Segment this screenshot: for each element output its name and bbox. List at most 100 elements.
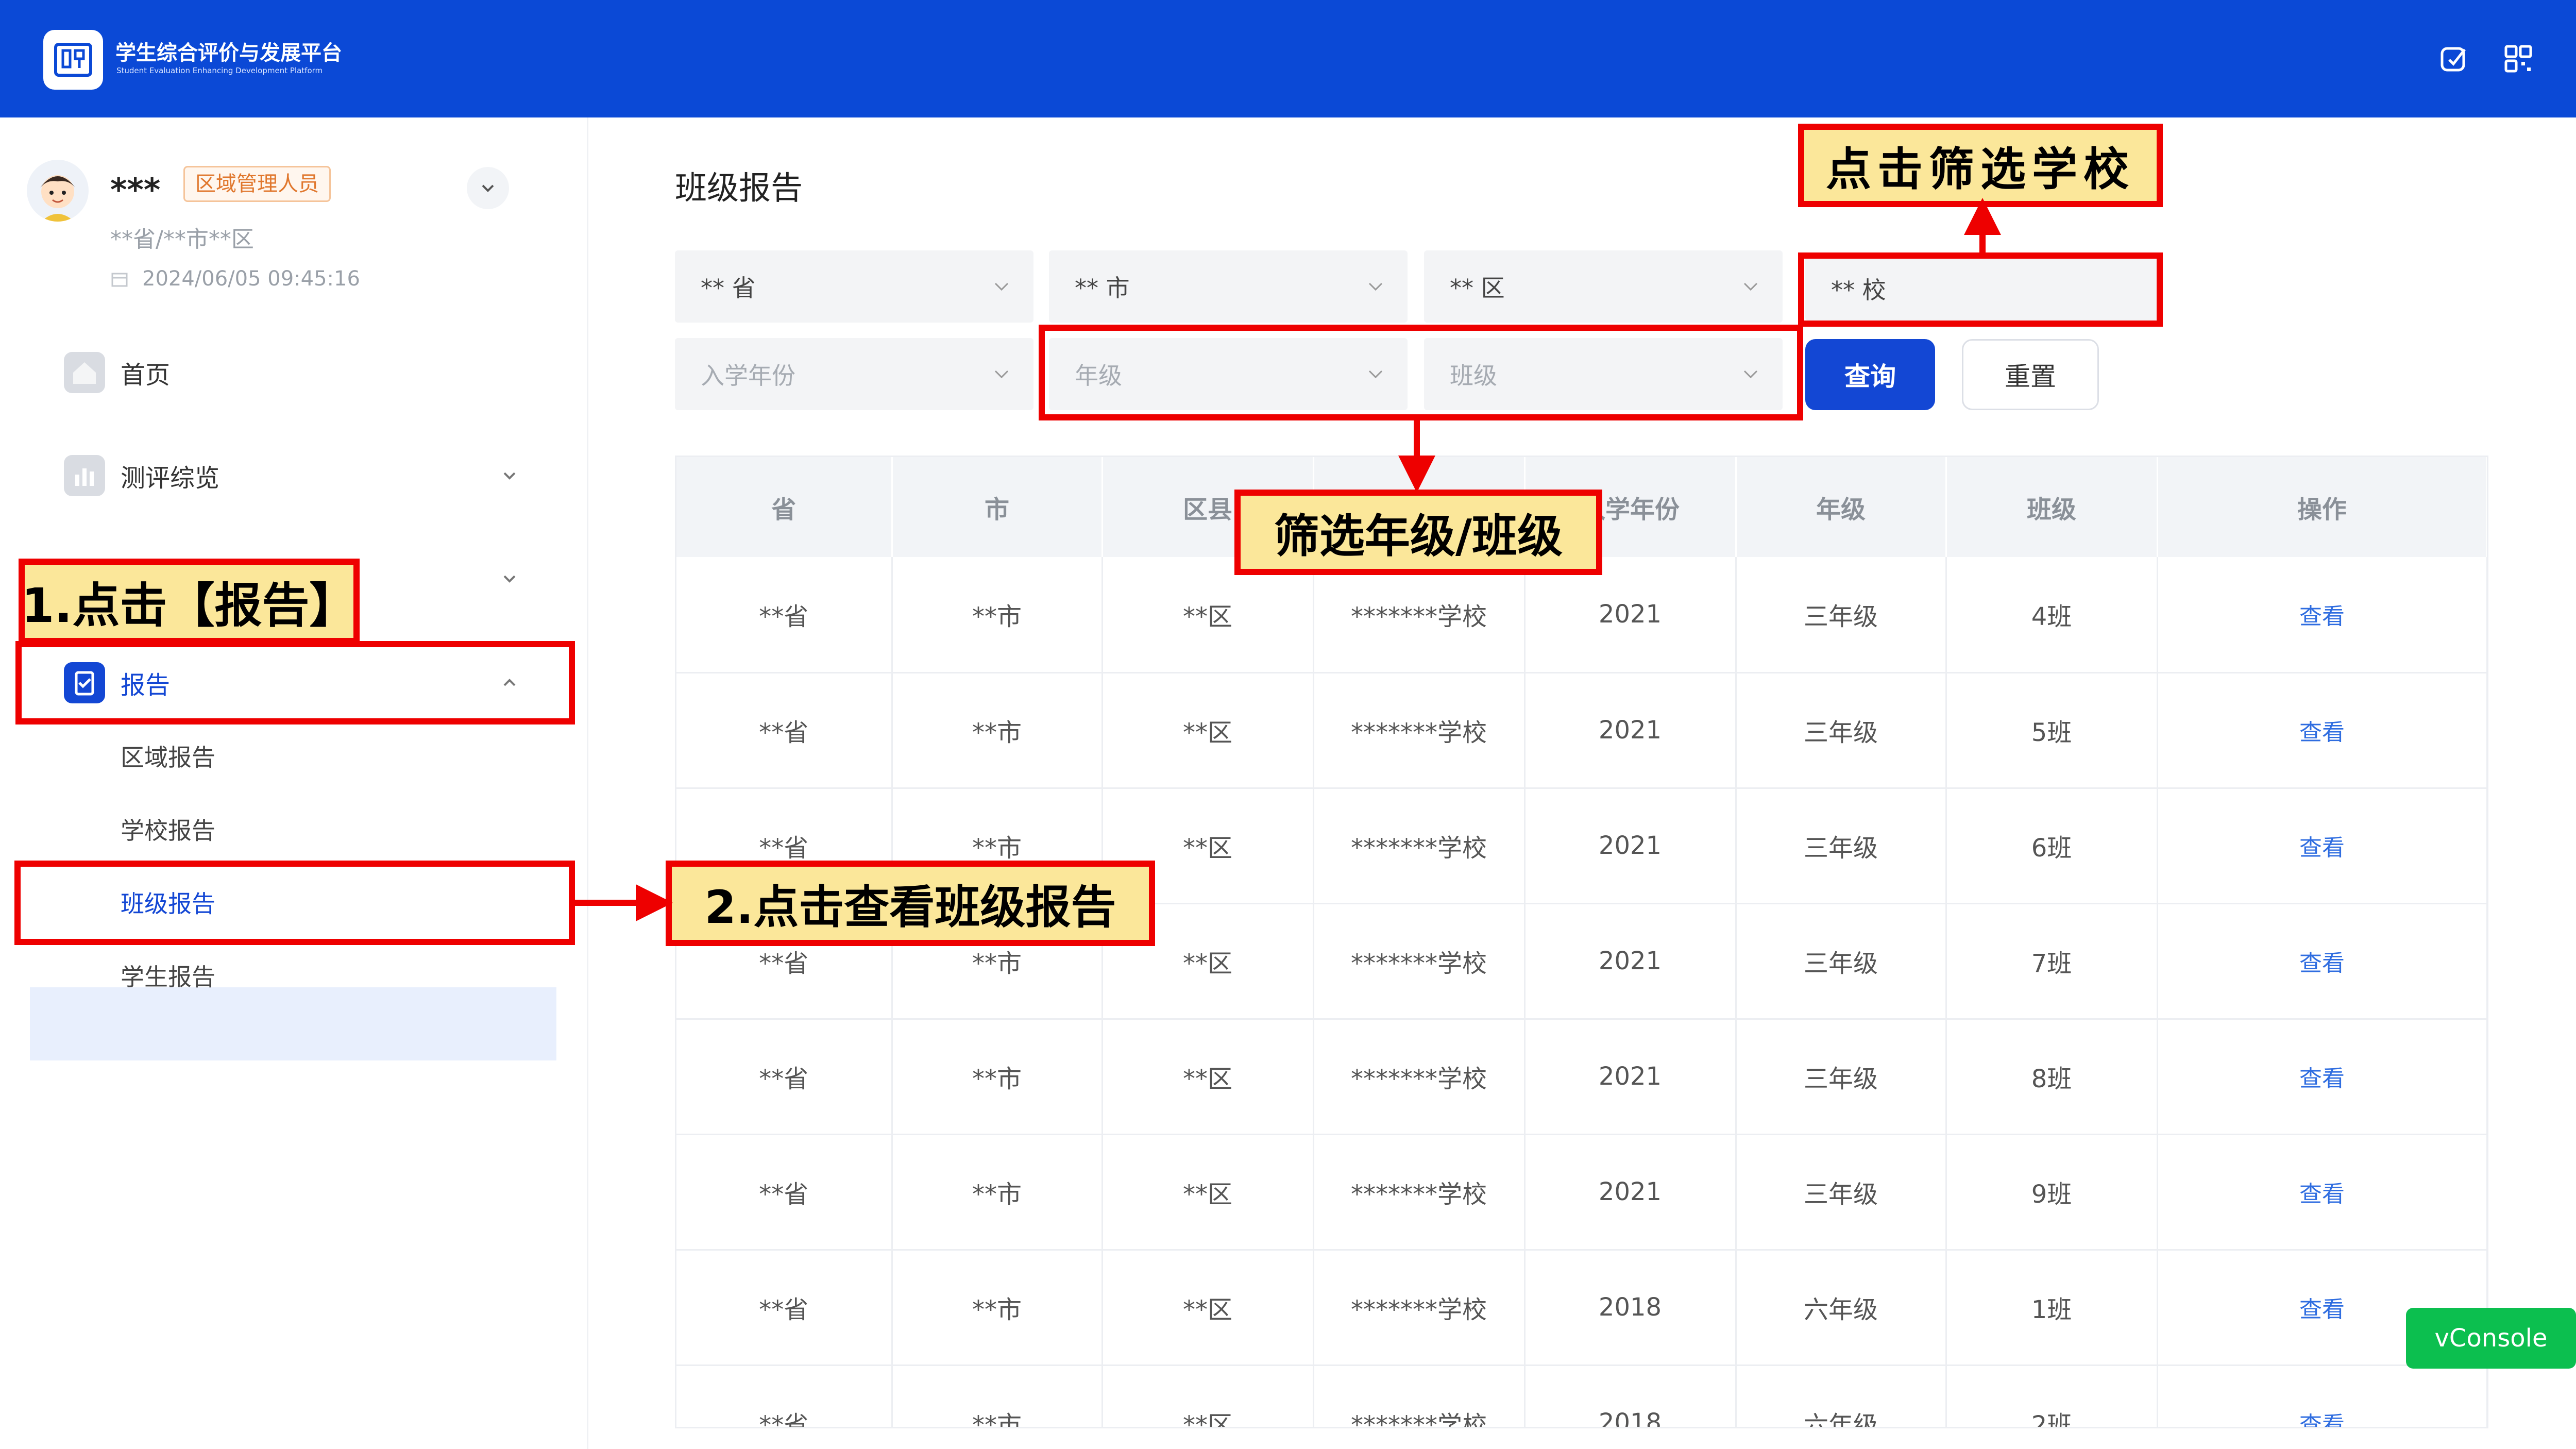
cell-school: *******学校	[1313, 1250, 1526, 1366]
enroll-year-select[interactable]: 入学年份	[675, 338, 1033, 410]
avatar	[27, 160, 89, 222]
view-link[interactable]: 查看	[2157, 557, 2487, 673]
cell-class: 9班	[1946, 1134, 2158, 1251]
edit-icon[interactable]	[2440, 44, 2469, 73]
annotation-step2-label: 2.点击查看班级报告	[666, 861, 1155, 946]
cell-enroll-year: 2021	[1524, 903, 1737, 1020]
cell-district: **区	[1102, 672, 1314, 789]
cell-district: **区	[1102, 1250, 1314, 1366]
city-select[interactable]: ** 市	[1049, 250, 1408, 323]
province-select-value: ** 省	[701, 274, 756, 302]
chevron-down-icon	[1743, 282, 1758, 291]
vconsole-button[interactable]: vConsole	[2406, 1308, 2576, 1369]
logo-icon	[54, 43, 92, 77]
view-link[interactable]: 查看	[2157, 1019, 2487, 1135]
city-select-value: ** 市	[1075, 274, 1130, 302]
view-link[interactable]: 查看	[2157, 788, 2487, 904]
cell-school: *******学校	[1313, 788, 1526, 904]
district-select[interactable]: ** 区	[1424, 250, 1783, 323]
cell-city: **市	[892, 1019, 1103, 1135]
sidebar-item-overview[interactable]: 测评综览	[64, 452, 219, 499]
user-region: **省/**市**区	[110, 226, 254, 252]
cell-school: *******学校	[1313, 1134, 1526, 1251]
cell-school: *******学校	[1313, 1365, 1526, 1427]
reset-button[interactable]: 重置	[1962, 339, 2099, 410]
chevron-down-icon	[1368, 282, 1383, 291]
annotation-box-class-report	[14, 861, 575, 945]
cell-enroll-year: 2018	[1524, 1365, 1737, 1427]
view-link[interactable]: 查看	[2157, 903, 2487, 1020]
view-link[interactable]: 查看	[2157, 1134, 2487, 1251]
column-header-city: 市	[892, 457, 1103, 557]
cell-school: *******学校	[1313, 672, 1526, 789]
page-title: 班级报告	[675, 169, 803, 207]
table-row: **省 **市 **区 *******学校 2018 六年级 1班 查看	[676, 1250, 2487, 1366]
view-link[interactable]: 查看	[2157, 1365, 2487, 1427]
cell-class: 4班	[1946, 557, 2158, 673]
district-select-value: ** 区	[1450, 274, 1505, 302]
chevron-down-icon	[482, 184, 494, 192]
sidebar-item-home[interactable]: 首页	[64, 349, 170, 396]
app-title: 学生综合评价与发展平台	[115, 41, 342, 65]
cell-grade: 三年级	[1736, 557, 1947, 673]
cell-grade: 三年级	[1736, 903, 1947, 1020]
cell-enroll-year: 2021	[1524, 672, 1737, 789]
cell-enroll-year: 2018	[1524, 1250, 1737, 1366]
cell-district: **区	[1102, 1019, 1314, 1135]
app-subtitle: Student Evaluation Enhancing Development…	[116, 66, 323, 75]
cell-province: **省	[676, 672, 893, 789]
active-item-highlight	[30, 987, 556, 1060]
sidebar-subitem-school-report[interactable]: 学校报告	[121, 812, 215, 846]
sidebar-subitem-region-report[interactable]: 区域报告	[121, 739, 215, 773]
chevron-down-icon	[994, 282, 1009, 291]
cell-province: **省	[676, 1134, 893, 1251]
sidebar-subitem-student-report[interactable]: 学生报告	[121, 958, 215, 992]
cell-province: **省	[676, 1365, 893, 1427]
cell-enroll-year: 2021	[1524, 1019, 1737, 1135]
cell-city: **市	[892, 1134, 1103, 1251]
column-header-action: 操作	[2157, 457, 2487, 557]
cell-city: **市	[892, 1365, 1103, 1427]
cell-class: 1班	[1946, 1250, 2158, 1366]
enroll-year-placeholder: 入学年份	[701, 362, 795, 390]
cell-class: 6班	[1946, 788, 2158, 904]
app-logo[interactable]	[43, 30, 103, 90]
sidebar-item-label: 测评综览	[121, 464, 220, 493]
cell-school: *******学校	[1313, 1019, 1526, 1135]
cell-grade: 六年级	[1736, 1365, 1947, 1427]
column-header-class: 班级	[1946, 457, 2158, 557]
province-select[interactable]: ** 省	[675, 250, 1033, 323]
cell-class: 2班	[1946, 1365, 2158, 1427]
cell-city: **市	[892, 557, 1103, 673]
cell-grade: 三年级	[1736, 788, 1947, 904]
chevron-down-icon[interactable]	[497, 566, 522, 592]
cell-enroll-year: 2021	[1524, 788, 1737, 904]
user-menu-chevron[interactable]	[467, 167, 509, 209]
login-time: 2024/06/05 09:45:16	[110, 267, 360, 291]
table-row: **省 **市 **区 *******学校 2021 三年级 9班 查看	[676, 1134, 2487, 1251]
cell-province: **省	[676, 1250, 893, 1366]
cell-district: **区	[1102, 1365, 1314, 1427]
annotation-step1-label: 1.点击【报告】	[19, 559, 360, 644]
chart-icon	[64, 455, 105, 496]
chevron-down-icon	[994, 370, 1009, 379]
table-row: **省 **市 **区 *******学校 2018 六年级 2班 查看	[676, 1365, 2487, 1427]
cell-grade: 三年级	[1736, 672, 1947, 789]
cell-class: 8班	[1946, 1019, 2158, 1135]
annotation-grade-class-label: 筛选年级/班级	[1234, 490, 1602, 575]
column-header-grade: 年级	[1736, 457, 1947, 557]
user-name: ***	[110, 171, 161, 209]
view-link[interactable]: 查看	[2157, 672, 2487, 789]
qrcode-icon[interactable]	[2504, 44, 2533, 73]
chevron-down-icon[interactable]	[497, 463, 522, 488]
sidebar: *** 区域管理人员 **省/**市**区 2024/06/05 09:45:1…	[0, 117, 588, 1449]
cell-province: **省	[676, 557, 893, 673]
cell-province: **省	[676, 1019, 893, 1135]
annotation-box-grade-class	[1039, 325, 1803, 420]
query-button[interactable]: 查询	[1805, 339, 1935, 410]
cell-district: **区	[1102, 1134, 1314, 1251]
annotation-school-label: 点击筛选学校	[1798, 124, 2163, 207]
avatar-icon	[40, 175, 75, 222]
column-header-province: 省	[676, 457, 893, 557]
cell-city: **市	[892, 672, 1103, 789]
